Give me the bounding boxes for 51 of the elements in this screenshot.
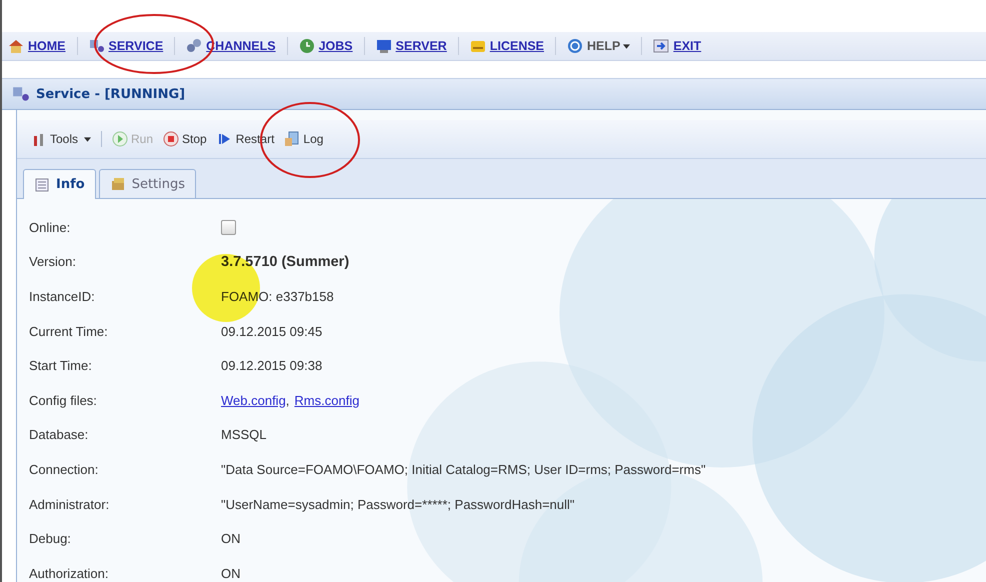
play-icon bbox=[112, 131, 128, 147]
tab[interactable]: Info bbox=[23, 169, 96, 199]
field-label: Online: bbox=[29, 220, 72, 235]
file-link[interactable]: Rms.config bbox=[294, 392, 360, 408]
nav-link[interactable]: JOBS bbox=[318, 39, 353, 53]
field-value: MSSQL bbox=[221, 427, 267, 442]
monitor-icon bbox=[376, 38, 392, 54]
toolbar-button[interactable]: Log bbox=[280, 129, 328, 149]
checkbox[interactable] bbox=[221, 220, 236, 235]
field-value: 09.12.2015 09:45 bbox=[221, 324, 322, 339]
folder-icon bbox=[110, 176, 126, 192]
clock-icon bbox=[298, 38, 315, 54]
caret-icon bbox=[84, 136, 92, 142]
field-value: ON bbox=[221, 566, 240, 581]
field-label: Authorization: bbox=[29, 566, 110, 581]
nav-link[interactable]: SERVER bbox=[396, 39, 447, 53]
toolbar-button[interactable]: Stop bbox=[159, 129, 211, 149]
documents-icon bbox=[284, 131, 300, 147]
help-icon bbox=[567, 38, 584, 54]
stop-icon bbox=[163, 131, 180, 147]
field-label: Start Time: bbox=[29, 358, 93, 374]
certificate-icon bbox=[470, 38, 486, 54]
field-value: 09.12.2015 09:38 bbox=[221, 358, 322, 374]
field-label: Administrator: bbox=[29, 496, 110, 512]
nav-link[interactable]: SERVICE bbox=[108, 39, 164, 53]
network-icon bbox=[12, 85, 30, 103]
field-value: "UserName=sysadmin; Password=*****; PasswordHash=null" bbox=[221, 496, 575, 512]
tab[interactable]: Settings bbox=[98, 169, 196, 198]
field-label: Current Time: bbox=[29, 324, 109, 339]
nav-link[interactable]: HOME bbox=[28, 39, 66, 53]
field-label: Version: bbox=[29, 254, 77, 270]
toolbar-button[interactable]: Tools bbox=[27, 129, 96, 149]
file-link[interactable]: Web.config bbox=[221, 392, 286, 408]
panel-title: Service - [RUNNING] bbox=[36, 86, 186, 102]
house-icon bbox=[8, 38, 24, 54]
network-icon bbox=[88, 38, 104, 54]
list-icon bbox=[34, 176, 50, 192]
field-label: Debug: bbox=[29, 531, 72, 546]
caret-icon bbox=[623, 44, 630, 48]
field-label: Database: bbox=[29, 427, 90, 442]
field-label: InstanceID: bbox=[29, 288, 96, 304]
arrow-box-icon bbox=[653, 38, 670, 54]
field-label: Connection: bbox=[29, 462, 100, 477]
nav-link[interactable]: LICENSE bbox=[490, 39, 544, 53]
nav-link[interactable]: EXIT bbox=[673, 39, 702, 53]
field-label: Config files: bbox=[29, 392, 98, 408]
field-value: "Data Source=FOAMO\FOAMO; Initial Catalog=RMS; User ID=rms; Password=rms" bbox=[221, 462, 706, 477]
separator-text: , bbox=[286, 392, 290, 408]
field-value: ON bbox=[221, 531, 240, 546]
help-menu[interactable]: HELP bbox=[587, 39, 630, 53]
gears-icon bbox=[186, 38, 202, 54]
